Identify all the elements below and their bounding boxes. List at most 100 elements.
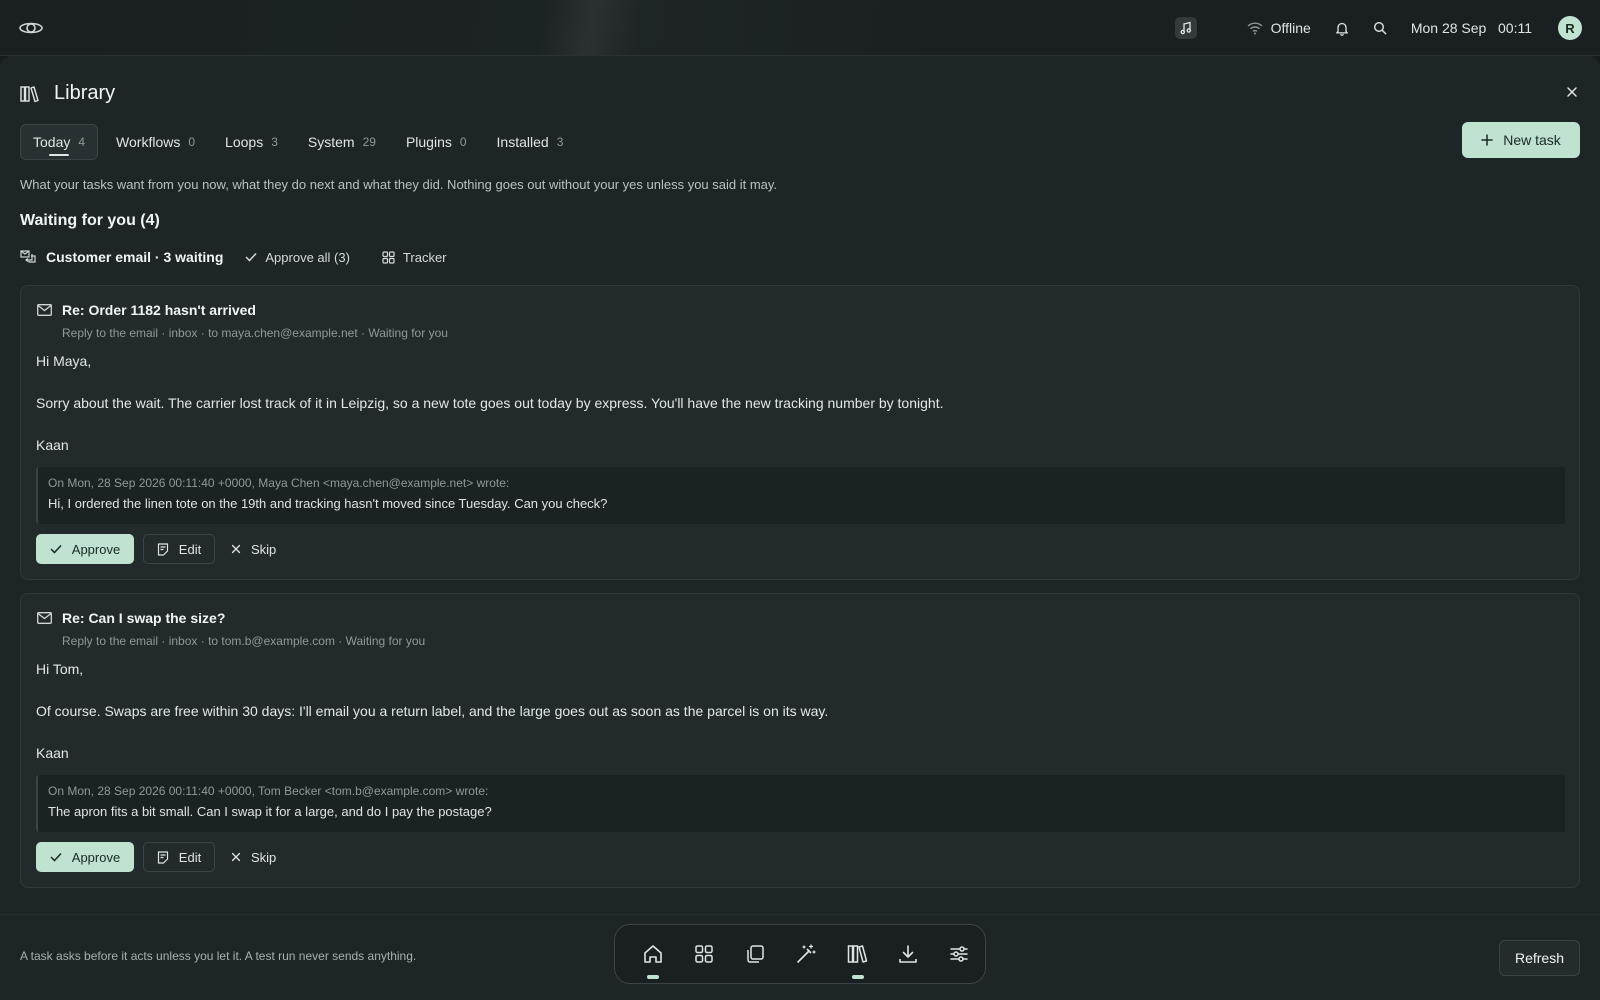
edit-label: Edit [178, 849, 202, 865]
refresh-button[interactable]: Refresh [1499, 940, 1580, 976]
approve-button[interactable]: Approve [36, 842, 134, 872]
dock-windows[interactable] [729, 924, 780, 984]
tab-label: Workflows [116, 134, 181, 150]
wifi-icon [1247, 21, 1263, 35]
tab-bar: Today 4 Workflows 0 Loops 3 System 29 Pl… [20, 124, 581, 160]
edit-label: Edit [178, 541, 202, 557]
plus-icon [1481, 134, 1493, 146]
close-icon [231, 852, 241, 862]
music-note-icon[interactable] [1174, 17, 1197, 39]
approve-label: Approve [71, 849, 121, 865]
tab-label: System [307, 134, 355, 150]
tab-installed[interactable]: Installed 3 [485, 124, 576, 160]
dock-library[interactable] [832, 924, 883, 984]
library-books-icon [20, 85, 40, 103]
tab-system[interactable]: System 29 [296, 124, 388, 160]
mail-icon [37, 612, 52, 624]
library-panel: Library Today 4 Workflows 0 Loops 3 Syst… [0, 56, 1600, 1000]
clock[interactable]: Mon 28 Sep 00:11 [1411, 20, 1532, 36]
tab-loops[interactable]: Loops 3 [213, 124, 290, 160]
top-bar: Offline Mon 28 Sep 00:11 R [0, 0, 1600, 56]
card-subject: Re: Order 1182 hasn't arrived [62, 302, 256, 318]
tracker-button[interactable]: Tracker [382, 250, 447, 265]
check-icon [50, 544, 62, 554]
card-subject: Re: Can I swap the size? [62, 610, 226, 626]
tab-count: 4 [78, 135, 86, 149]
quote-text: Hi, I ordered the linen tote on the 19th… [48, 496, 608, 511]
draft-body: Hi Tom, Of course. Swaps are free within… [36, 660, 1536, 786]
edit-button[interactable]: Edit [143, 842, 215, 872]
dock-apps[interactable] [678, 924, 729, 984]
copy-windows-icon [744, 943, 766, 965]
approve-label: Approve [71, 541, 121, 557]
bell-icon[interactable] [1335, 21, 1349, 36]
edit-button[interactable]: Edit [143, 534, 215, 564]
mail-icon [37, 304, 52, 316]
library-books-icon [846, 943, 868, 965]
skip-button[interactable]: Skip [231, 542, 276, 557]
close-icon[interactable] [1566, 86, 1578, 98]
draft-text: Sorry about the wait. The carrier lost t… [36, 395, 944, 411]
status-text: Offline [1270, 20, 1311, 36]
dock-magic[interactable] [780, 924, 831, 984]
approve-button[interactable]: Approve [36, 534, 134, 564]
sliders-icon [948, 943, 970, 965]
email-loop-icon [20, 250, 36, 264]
new-task-button[interactable]: New task [1462, 122, 1580, 158]
quoted-message: On Mon, 28 Sep 2026 00:11:40 +0000, Tom … [36, 775, 1565, 832]
skip-label: Skip [251, 849, 277, 865]
email-draft-card: Re: Can I swap the size? Reply to the em… [20, 593, 1580, 888]
tab-plugins[interactable]: Plugins 0 [394, 124, 479, 160]
draft-greeting: Hi Maya, [36, 353, 92, 369]
skip-button[interactable]: Skip [231, 850, 276, 865]
tab-workflows[interactable]: Workflows 0 [104, 124, 207, 160]
tab-count: 0 [459, 135, 467, 149]
magic-wand-icon [795, 943, 817, 965]
page-title: Library [54, 82, 116, 104]
quote-header: On Mon, 28 Sep 2026 00:11:40 +0000, Tom … [48, 784, 489, 798]
orbit-logo-icon[interactable] [18, 17, 44, 39]
card-header: Re: Order 1182 hasn't arrived [37, 302, 256, 318]
tab-count: 29 [362, 135, 376, 149]
tab-count: 0 [188, 135, 196, 149]
intro-text: What your tasks want from you now, what … [20, 177, 778, 192]
edit-note-icon [157, 542, 169, 556]
tab-count: 3 [271, 135, 278, 149]
network-status[interactable]: Offline [1247, 20, 1311, 36]
footer-note: A task asks before it acts unless you le… [20, 949, 417, 963]
home-icon [642, 943, 664, 965]
draft-greeting: Hi Tom, [36, 661, 84, 677]
download-icon [897, 943, 919, 965]
card-header: Re: Can I swap the size? [37, 610, 225, 626]
tab-label: Plugins [405, 134, 452, 150]
approve-all-label: Approve all (3) [265, 249, 350, 265]
tab-label: Today [33, 134, 71, 150]
panel-header: Library [20, 82, 115, 105]
tab-count: 3 [556, 135, 564, 149]
approve-all-button[interactable]: Approve all (3) [245, 250, 350, 265]
tab-label: Loops [225, 134, 264, 150]
card-meta: Reply to the email · inbox · to maya.che… [62, 326, 448, 340]
active-indicator [647, 975, 659, 979]
edit-note-icon [157, 850, 169, 864]
tab-label: Installed [496, 134, 549, 150]
search-icon[interactable] [1373, 21, 1387, 35]
section-title: Waiting for you (4) [20, 212, 160, 229]
active-tab-indicator [49, 154, 69, 156]
tab-today[interactable]: Today 4 [20, 124, 99, 160]
footer-divider [0, 914, 1600, 915]
quoted-message: On Mon, 28 Sep 2026 00:11:40 +0000, Maya… [36, 467, 1565, 524]
email-draft-card: Re: Order 1182 hasn't arrived Reply to t… [20, 285, 1580, 580]
draft-text: Of course. Swaps are free within 30 days… [36, 703, 829, 719]
dock-settings[interactable] [934, 924, 985, 984]
new-task-label: New task [1503, 132, 1561, 148]
draft-body: Hi Maya, Sorry about the wait. The carri… [36, 352, 1536, 478]
check-icon [50, 852, 62, 862]
avatar[interactable]: R [1558, 16, 1582, 40]
card-actions: Approve Edit Skip [36, 534, 276, 564]
tracker-label: Tracker [402, 249, 447, 265]
dock-downloads[interactable] [883, 924, 934, 984]
dock-home[interactable] [627, 924, 678, 984]
grid-icon [382, 250, 395, 264]
check-icon [245, 252, 257, 262]
